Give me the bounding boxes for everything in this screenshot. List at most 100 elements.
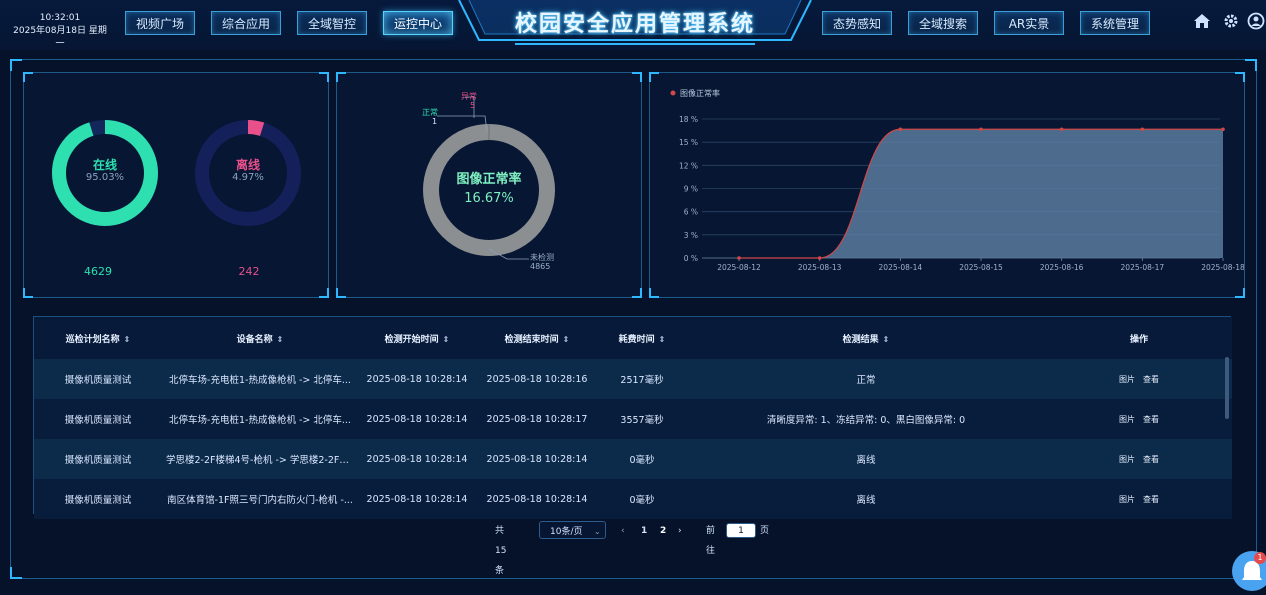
frame-corner bbox=[1245, 59, 1257, 71]
cell-actions: 图片 查看 bbox=[1046, 479, 1232, 519]
offline-pct: 4.97% bbox=[232, 172, 264, 183]
cell-actions: 图片 查看 bbox=[1046, 399, 1232, 439]
cell-device-name: 北停车场-充电桩1-热成像枪机 -> 北停车... bbox=[162, 399, 358, 439]
image-rate-panel: 正常 1 异常 5 未检测 4865 图像正常率 16.67% bbox=[336, 72, 642, 298]
col-plan-name[interactable]: 巡检计划名称 ⇕ bbox=[34, 317, 162, 359]
abnormal-label: 异常 bbox=[461, 92, 477, 101]
image-link[interactable]: 图片 bbox=[1119, 415, 1135, 424]
col-duration[interactable]: 耗费时间 ⇕ bbox=[598, 317, 686, 359]
sort-icon[interactable]: ⇕ bbox=[563, 335, 570, 344]
system-title-banner: 校园安全应用管理系统 bbox=[455, 0, 815, 46]
abnormal-count: 5 bbox=[470, 101, 476, 110]
y-tick-label: 6 % bbox=[684, 208, 698, 217]
nav-global-control[interactable]: 全域智控 bbox=[297, 11, 367, 35]
settings-gear-icon[interactable] bbox=[1222, 12, 1240, 30]
col-plan-name-label: 巡检计划名称 bbox=[65, 334, 120, 345]
cell-actions: 图片 查看 bbox=[1046, 439, 1232, 479]
view-link[interactable]: 查看 bbox=[1143, 495, 1159, 504]
image-rate-title: 图像正常率 bbox=[456, 172, 522, 187]
table-row[interactable]: 摄像机质量测试 北停车场-充电桩1-热成像枪机 -> 北停车... 2025-0… bbox=[34, 359, 1232, 399]
view-link[interactable]: 查看 bbox=[1143, 455, 1159, 464]
data-point bbox=[1059, 127, 1064, 132]
nav-operation-center[interactable]: 运控中心 bbox=[383, 11, 453, 35]
nav-global-search[interactable]: 全域搜索 bbox=[908, 11, 978, 35]
x-tick-label: 2025-08-13 bbox=[798, 263, 842, 272]
cell-duration: 0毫秒 bbox=[598, 439, 686, 479]
cell-plan-name: 摄像机质量测试 bbox=[34, 399, 162, 439]
prev-page-icon[interactable]: ‹ bbox=[621, 521, 625, 541]
frame-corner bbox=[10, 567, 22, 579]
image-link[interactable]: 图片 bbox=[1119, 455, 1135, 464]
total-count: 共 15 条 bbox=[495, 526, 507, 576]
image-rate-trend-panel: 图像正常率 0 % 3 % 6 % 9 % 12 % 15 % 18 % 2025-08-12… bbox=[649, 72, 1245, 298]
cell-start-time: 2025-08-18 10:28:14 bbox=[358, 479, 476, 519]
x-tick-label: 2025-08-17 bbox=[1121, 263, 1165, 272]
page-unit-label: 页 bbox=[760, 526, 770, 536]
panel-corner bbox=[319, 72, 329, 82]
home-icon[interactable] bbox=[1193, 12, 1211, 30]
sort-icon[interactable]: ⇕ bbox=[277, 335, 284, 344]
table-row[interactable]: 摄像机质量测试 北停车场-充电桩1-热成像枪机 -> 北停车... 2025-0… bbox=[34, 399, 1232, 439]
image-link[interactable]: 图片 bbox=[1119, 495, 1135, 504]
sort-icon[interactable]: ⇕ bbox=[883, 335, 890, 344]
device-status-panel: 在线 95.03% 4629 离线 4.97% 242 bbox=[23, 72, 329, 298]
table-row[interactable]: 摄像机质量测试 南区体育馆-1F照三号门内右防火门-枪机 -... 2025-0… bbox=[34, 479, 1232, 519]
table-scrollbar[interactable] bbox=[1225, 357, 1229, 419]
next-page-icon[interactable]: › bbox=[678, 521, 682, 541]
table-row[interactable]: 摄像机质量测试 学思楼2-2F楼梯4号-枪机 -> 学思楼2-2F楼... 20… bbox=[34, 439, 1232, 479]
sort-icon[interactable]: ⇕ bbox=[124, 335, 131, 344]
col-start-time-label: 检测开始时间 bbox=[384, 334, 439, 345]
cell-end-time: 2025-08-18 10:28:17 bbox=[476, 399, 598, 439]
page-1[interactable]: 1 bbox=[641, 521, 647, 541]
cell-end-time: 2025-08-18 10:28:14 bbox=[476, 479, 598, 519]
y-tick-label: 0 % bbox=[684, 254, 698, 263]
cell-duration: 0毫秒 bbox=[598, 479, 686, 519]
page-size-select[interactable]: 10条/页 ⌄ bbox=[539, 521, 606, 539]
online-label: 在线 bbox=[92, 158, 117, 172]
goto-page-input[interactable]: 1 bbox=[726, 523, 756, 538]
nav-situation-awareness[interactable]: 态势感知 bbox=[822, 11, 892, 35]
online-count: 4629 bbox=[84, 265, 112, 278]
page-2-current[interactable]: 2 bbox=[660, 521, 666, 541]
x-tick-label: 2025-08-18 bbox=[1201, 263, 1244, 272]
cell-result: 离线 bbox=[686, 439, 1046, 479]
y-tick-label: 15 % bbox=[679, 138, 698, 147]
cell-start-time: 2025-08-18 10:28:14 bbox=[358, 359, 476, 399]
undetected-label: 未检测 bbox=[530, 253, 554, 262]
cell-device-name: 学思楼2-2F楼梯4号-枪机 -> 学思楼2-2F楼... bbox=[162, 439, 358, 479]
sort-icon[interactable]: ⇕ bbox=[443, 335, 450, 344]
col-device-name[interactable]: 设备名称 ⇕ bbox=[162, 317, 358, 359]
col-duration-label: 耗费时间 bbox=[618, 334, 655, 345]
x-tick-label: 2025-08-15 bbox=[959, 263, 1003, 272]
cell-end-time: 2025-08-18 10:28:14 bbox=[476, 439, 598, 479]
top-bar: 10:32:01 2025年08月18日 星期一 视频广场 综合应用 全域智控 … bbox=[0, 0, 1266, 50]
frame-corner bbox=[10, 59, 22, 71]
nav-system-management[interactable]: 系统管理 bbox=[1080, 11, 1150, 35]
image-rate-value: 16.67% bbox=[464, 191, 514, 206]
view-link[interactable]: 查看 bbox=[1143, 375, 1159, 384]
nav-integrated-app[interactable]: 综合应用 bbox=[211, 11, 281, 35]
x-tick-label: 2025-08-16 bbox=[1040, 263, 1084, 272]
col-start-time[interactable]: 检测开始时间 ⇕ bbox=[358, 317, 476, 359]
cell-duration: 2517毫秒 bbox=[598, 359, 686, 399]
nav-ar-scene[interactable]: AR实景 bbox=[994, 11, 1064, 35]
user-icon[interactable] bbox=[1247, 12, 1265, 30]
cell-duration: 3557毫秒 bbox=[598, 399, 686, 439]
clock-time: 10:32:01 bbox=[39, 13, 81, 23]
col-actions-label: 操作 bbox=[1129, 334, 1148, 345]
col-result-label: 检测结果 bbox=[842, 334, 879, 345]
y-tick-label: 3 % bbox=[684, 231, 698, 240]
col-result[interactable]: 检测结果 ⇕ bbox=[686, 317, 1046, 359]
cell-plan-name: 摄像机质量测试 bbox=[34, 359, 162, 399]
offline-count: 242 bbox=[238, 265, 260, 278]
image-link[interactable]: 图片 bbox=[1119, 375, 1135, 384]
undetected-count: 4865 bbox=[530, 262, 551, 271]
sort-icon[interactable]: ⇕ bbox=[659, 335, 666, 344]
col-end-time[interactable]: 检测结束时间 ⇕ bbox=[476, 317, 598, 359]
view-link[interactable]: 查看 bbox=[1143, 415, 1159, 424]
panel-corner bbox=[319, 288, 329, 298]
data-point bbox=[979, 127, 983, 132]
panel-corner bbox=[23, 288, 33, 298]
notification-badge: 1 bbox=[1254, 552, 1266, 564]
nav-video-square[interactable]: 视频广场 bbox=[125, 11, 195, 35]
